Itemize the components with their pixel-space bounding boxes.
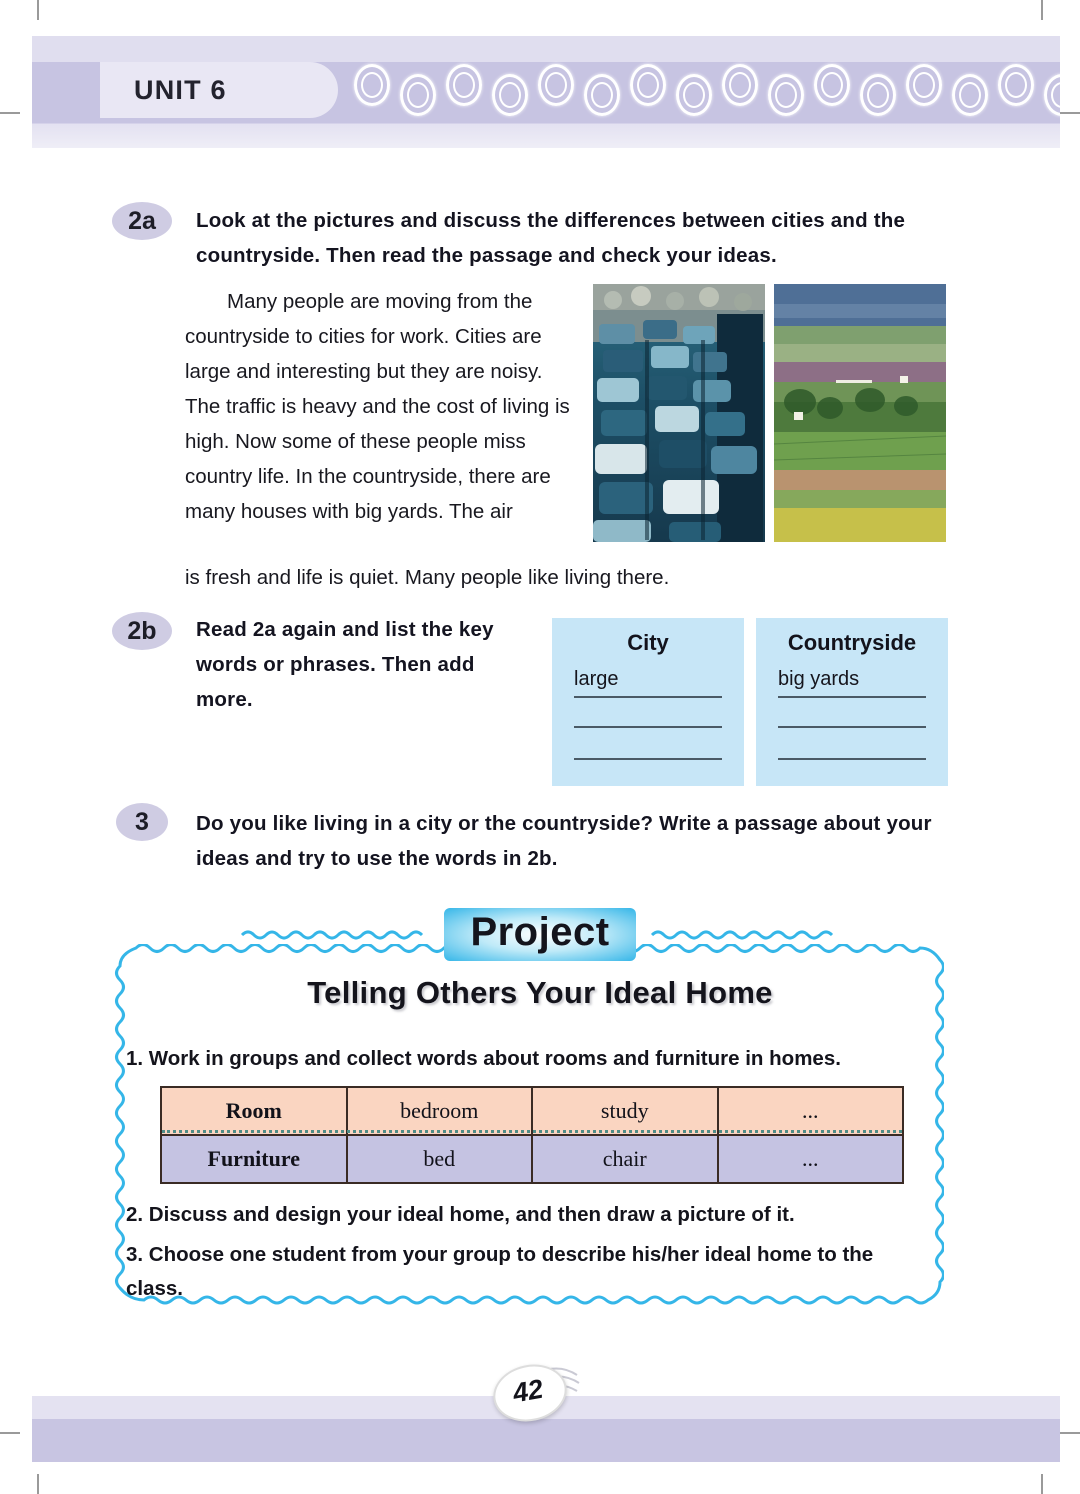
decorative-ring	[400, 74, 436, 116]
section-badge-2a: 2a	[112, 202, 172, 240]
unit-tab: UNIT 6	[100, 62, 338, 118]
section-badge-2b: 2b	[112, 612, 172, 650]
decorative-ring	[768, 74, 804, 116]
crop-mark-bottom-right	[1041, 1474, 1043, 1494]
project-item-3: 3. Choose one student from your group to…	[126, 1243, 874, 1300]
decorative-ring	[492, 74, 528, 116]
crop-mark-left-top	[0, 112, 20, 114]
textbook-page: UNIT 6 2a Look at the pictures and discu…	[0, 0, 1080, 1494]
crop-mark-right-top	[1060, 112, 1080, 114]
decorative-ring	[952, 74, 988, 116]
table-cell-furniture-header: Furniture	[160, 1134, 348, 1184]
table-cell-room-2: study	[531, 1086, 719, 1136]
project-chip-label: Project	[470, 909, 610, 954]
crop-mark-left-bottom	[0, 1432, 20, 1434]
project-item-1: 1. Work in groups and collect words abou…	[126, 1047, 841, 1070]
table-cell-furniture-2: chair	[531, 1134, 719, 1184]
reading-passage-last-line: is fresh and life is quiet. Many people …	[185, 566, 670, 589]
decorative-ring	[906, 64, 942, 106]
decorative-ring	[538, 64, 574, 106]
answer-line-countryside-2[interactable]	[778, 726, 926, 728]
answer-box-city[interactable]: City large	[552, 618, 744, 786]
decorative-ring	[860, 74, 896, 116]
decorative-ring	[814, 64, 850, 106]
countryside-illustration	[774, 284, 946, 542]
instruction-2a: Look at the pictures and discuss the dif…	[196, 209, 906, 267]
countryside-photo	[774, 284, 946, 542]
table-cell-room-3: ...	[716, 1086, 904, 1136]
project-heading: Telling Others Your Ideal Home	[307, 975, 773, 1010]
rooms-furniture-table: Room bedroom study ... Furniture bed cha…	[160, 1086, 904, 1184]
answer-line-countryside-1[interactable]	[778, 696, 926, 698]
instruction-3: Do you like living in a city or the coun…	[196, 812, 932, 870]
answer-line-city-2[interactable]	[574, 726, 722, 728]
answer-line-countryside-3[interactable]	[778, 758, 926, 760]
answer-box-city-word: large	[574, 668, 619, 690]
crop-mark-top-right	[1041, 0, 1043, 20]
answer-box-city-title: City	[627, 630, 669, 655]
decorative-ring	[998, 64, 1034, 106]
answer-line-city-3[interactable]	[574, 758, 722, 760]
table-row-room: Room bedroom study ...	[160, 1086, 904, 1136]
city-traffic-photo	[593, 284, 765, 542]
project-wave-left	[241, 930, 424, 940]
unit-label: UNIT 6	[134, 74, 227, 105]
project-title-row: Project	[0, 905, 1080, 963]
answer-line-city-1[interactable]	[574, 696, 722, 698]
answer-box-countryside[interactable]: Countryside big yards	[756, 618, 948, 786]
project-chip: Project	[444, 907, 636, 961]
unit-header-band: UNIT 6	[32, 36, 1060, 148]
decorative-ring	[630, 64, 666, 106]
decorative-ring	[1044, 74, 1060, 116]
table-cell-room-header: Room	[160, 1086, 348, 1136]
answer-box-countryside-title: Countryside	[787, 630, 917, 655]
city-traffic-illustration	[593, 284, 765, 542]
table-cell-furniture-3: ...	[716, 1134, 904, 1184]
decorative-ring	[676, 74, 712, 116]
decorative-ring	[584, 74, 620, 116]
decorative-ring-row	[354, 58, 1060, 124]
section-badge-3: 3	[116, 803, 168, 841]
table-row-divider	[162, 1130, 902, 1133]
page-number-badge: 42	[487, 1357, 580, 1429]
crop-mark-top-left	[37, 0, 39, 20]
reading-passage: Many people are moving from the countrys…	[185, 284, 577, 529]
instruction-2b: Read 2a again and list the key words or …	[196, 618, 494, 711]
passage-text: Many people are moving from the countrys…	[185, 290, 570, 523]
answer-box-countryside-word: big yards	[778, 668, 860, 690]
decorative-ring	[446, 64, 482, 106]
crop-mark-bottom-left	[37, 1474, 39, 1494]
table-cell-room-1: bedroom	[345, 1086, 533, 1136]
project-item-2: 2. Discuss and design your ideal home, a…	[126, 1203, 795, 1226]
table-row-furniture: Furniture bed chair ...	[160, 1134, 904, 1184]
project-wave-right	[650, 930, 833, 940]
decorative-ring	[354, 64, 390, 106]
decorative-ring	[722, 64, 758, 106]
table-cell-furniture-1: bed	[345, 1134, 533, 1184]
crop-mark-right-bottom	[1060, 1432, 1080, 1434]
